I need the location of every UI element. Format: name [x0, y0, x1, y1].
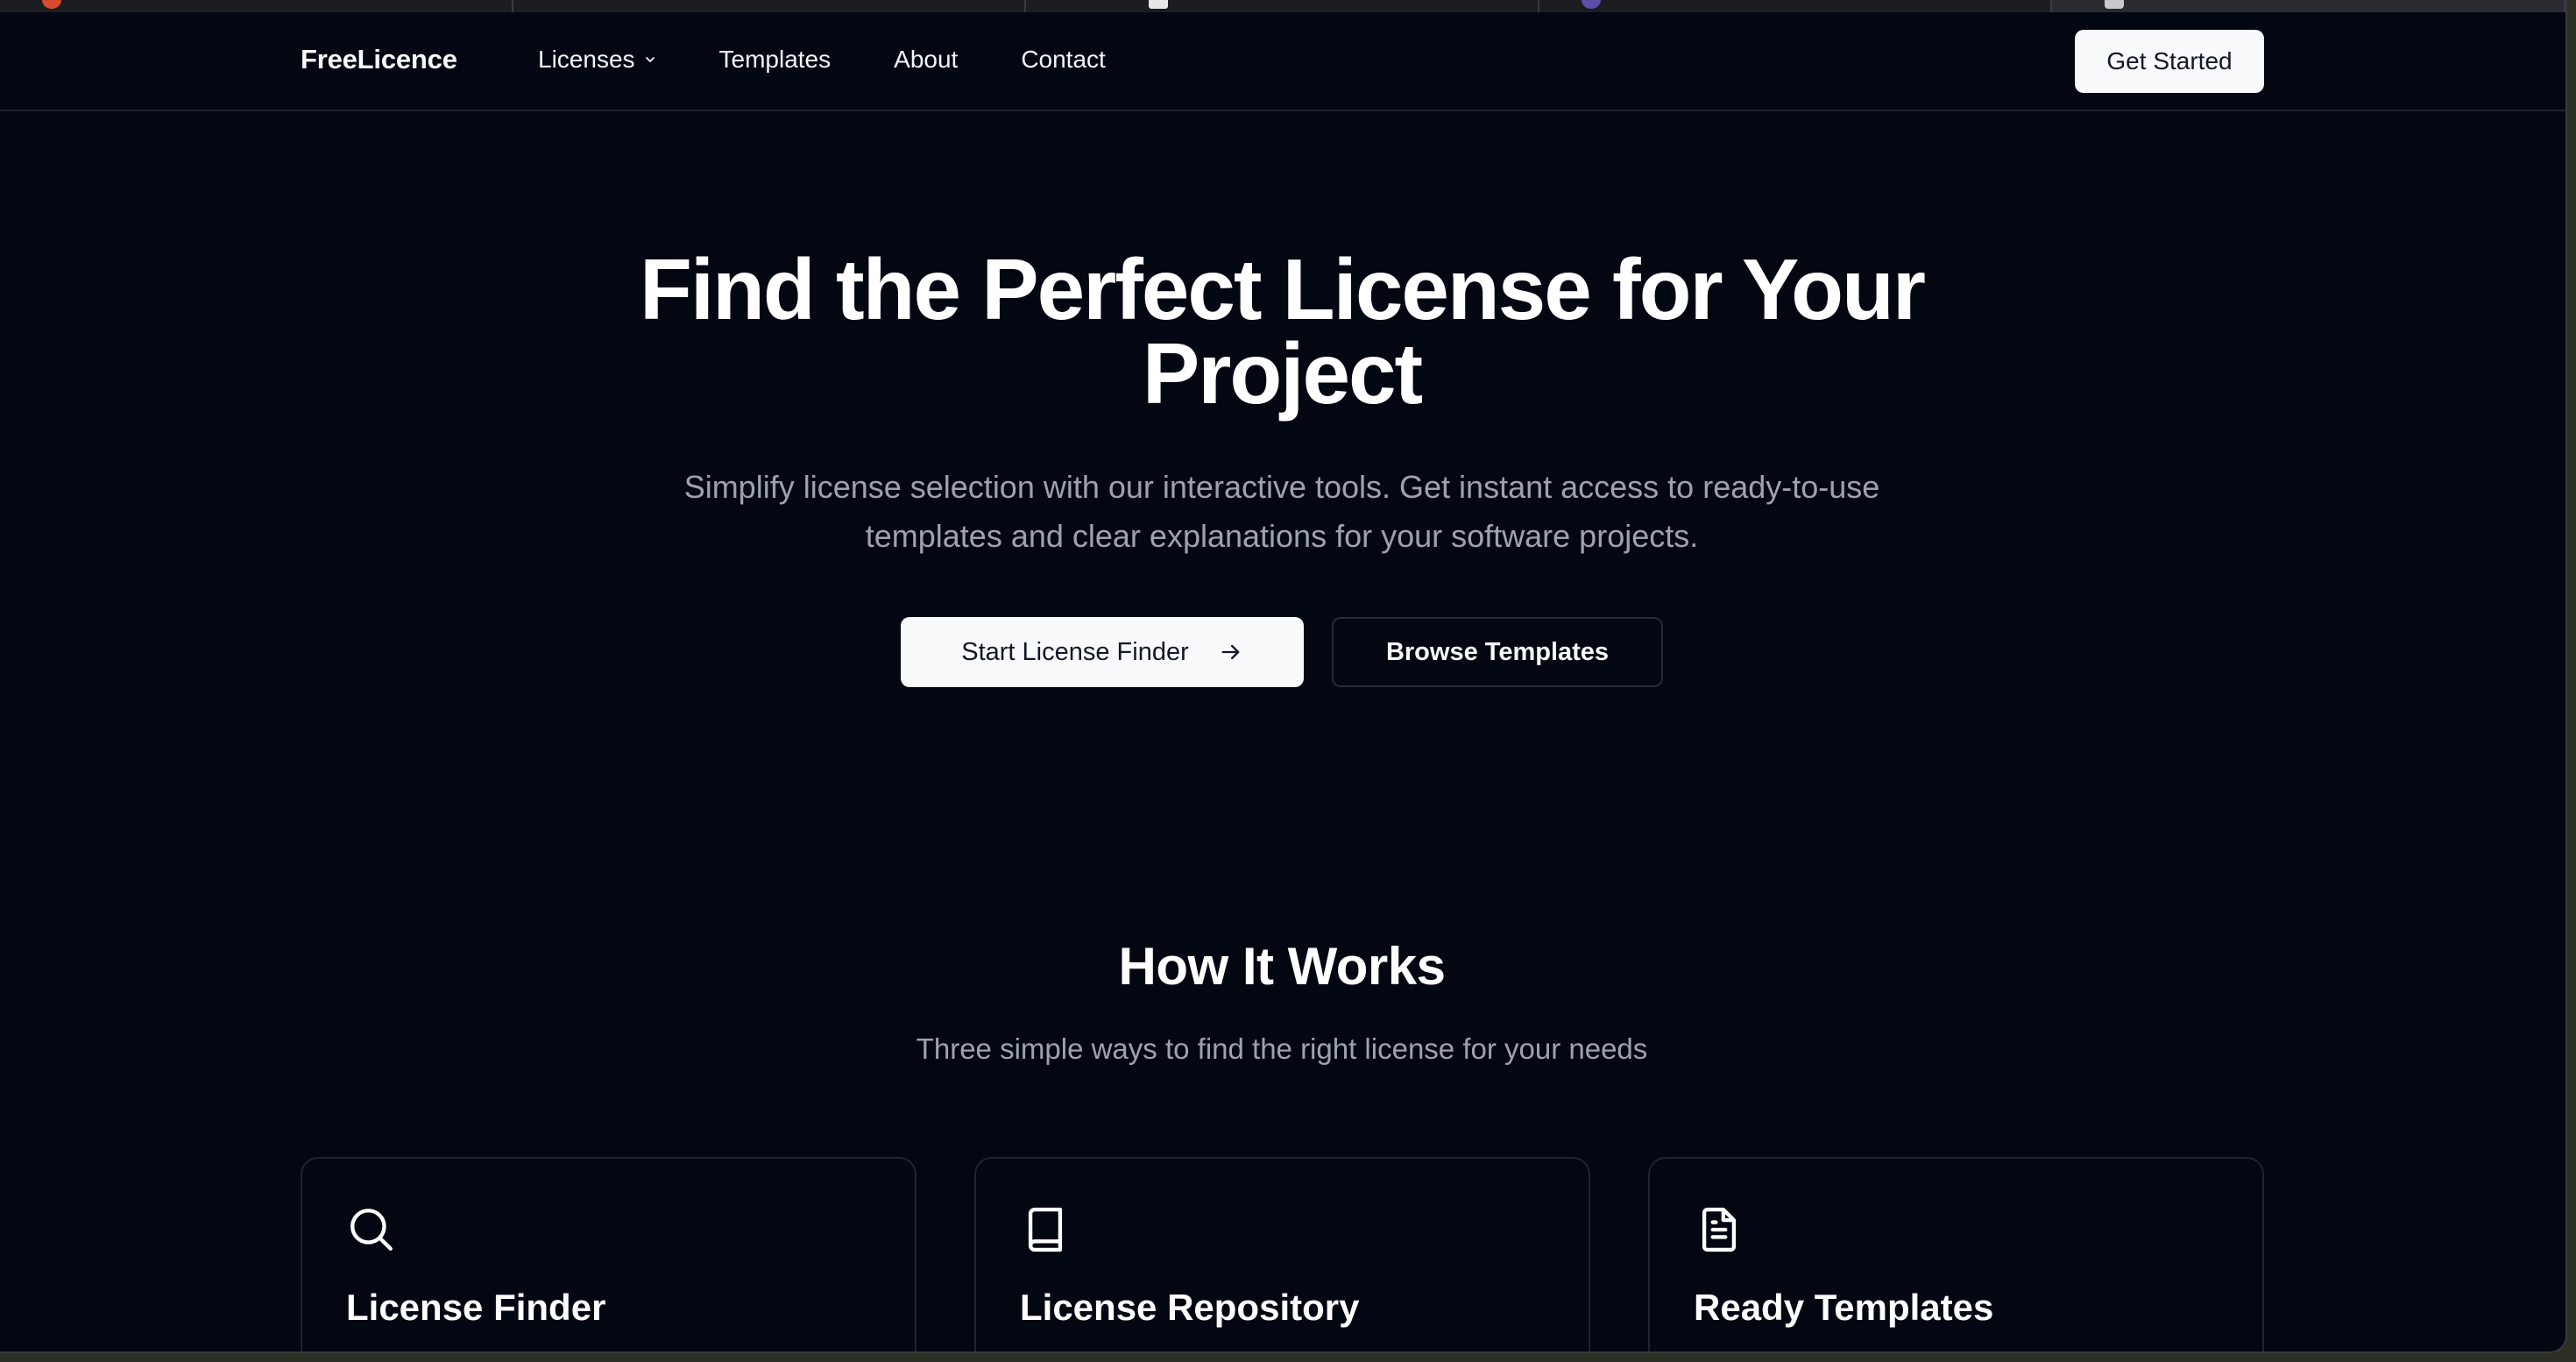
nav-links: Licenses Templates About Contact [538, 46, 1169, 74]
feature-cards: License Finder License Repository Ready … [301, 1157, 2264, 1351]
start-license-finder-button[interactable]: Start License Finder [901, 617, 1304, 687]
nav-contact[interactable]: Contact [1021, 46, 1106, 74]
book-icon [1028, 1207, 1063, 1252]
chevron-down-icon [645, 57, 655, 62]
start-license-finder-label: Start License Finder [961, 637, 1189, 666]
card-title: License Finder [346, 1287, 606, 1328]
nav-templates[interactable]: Templates [719, 46, 832, 74]
hero-subtitle: Simplify license selection with our inte… [613, 463, 1950, 561]
tab-favicon-icon [42, 0, 61, 9]
nav-licenses-label: Licenses [538, 46, 635, 73]
tab-favicon-icon [1581, 0, 1601, 9]
browser-tab[interactable] [1026, 0, 1539, 12]
hero-subtitle-line-1: Simplify license selection with our inte… [683, 469, 1880, 505]
tab-favicon-icon [1149, 0, 1169, 9]
hero-title-line-2: Project [1142, 325, 1423, 422]
how-it-works-subtitle: Three simple ways to find the right lice… [916, 1032, 1648, 1065]
card-license-finder[interactable]: License Finder [301, 1157, 916, 1351]
card-ready-templates[interactable]: Ready Templates [1648, 1157, 2264, 1351]
arrow-right-icon [1221, 644, 1240, 660]
nav-licenses[interactable]: Licenses [538, 46, 656, 74]
card-license-repository[interactable]: License Repository [974, 1157, 1590, 1351]
file-text-icon [1702, 1207, 1737, 1252]
search-icon [350, 1209, 393, 1251]
hero-title-line-1: Find the Perfect License for Your [639, 241, 1926, 337]
browser-tab-active[interactable] [2052, 0, 2565, 12]
how-it-works-title: How It Works [1118, 937, 1446, 996]
hero-buttons: Start License Finder Browse Templates [0, 617, 2564, 687]
hero-subtitle-line-2: templates and clear explanations for you… [865, 518, 1699, 554]
brand-logo[interactable]: FreeLicence [301, 44, 457, 75]
hero-title: Find the Perfect License for Your Projec… [0, 246, 2564, 416]
card-title: Ready Templates [1694, 1287, 1994, 1328]
tab-favicon-icon [2105, 0, 2125, 9]
browser-tab-strip [0, 0, 2565, 12]
get-started-button[interactable]: Get Started [2075, 30, 2264, 93]
card-title: License Repository [1020, 1287, 1360, 1328]
nav-about[interactable]: About [894, 46, 958, 74]
browser-tab[interactable] [513, 0, 1027, 12]
navbar: FreeLicence Licenses Templates About Con… [0, 12, 2565, 111]
browse-templates-button[interactable]: Browse Templates [1332, 617, 1663, 687]
browser-window: FreeLicence Licenses Templates About Con… [0, 0, 2567, 1353]
browser-tab[interactable] [1539, 0, 2053, 12]
browser-tab[interactable] [0, 0, 513, 12]
